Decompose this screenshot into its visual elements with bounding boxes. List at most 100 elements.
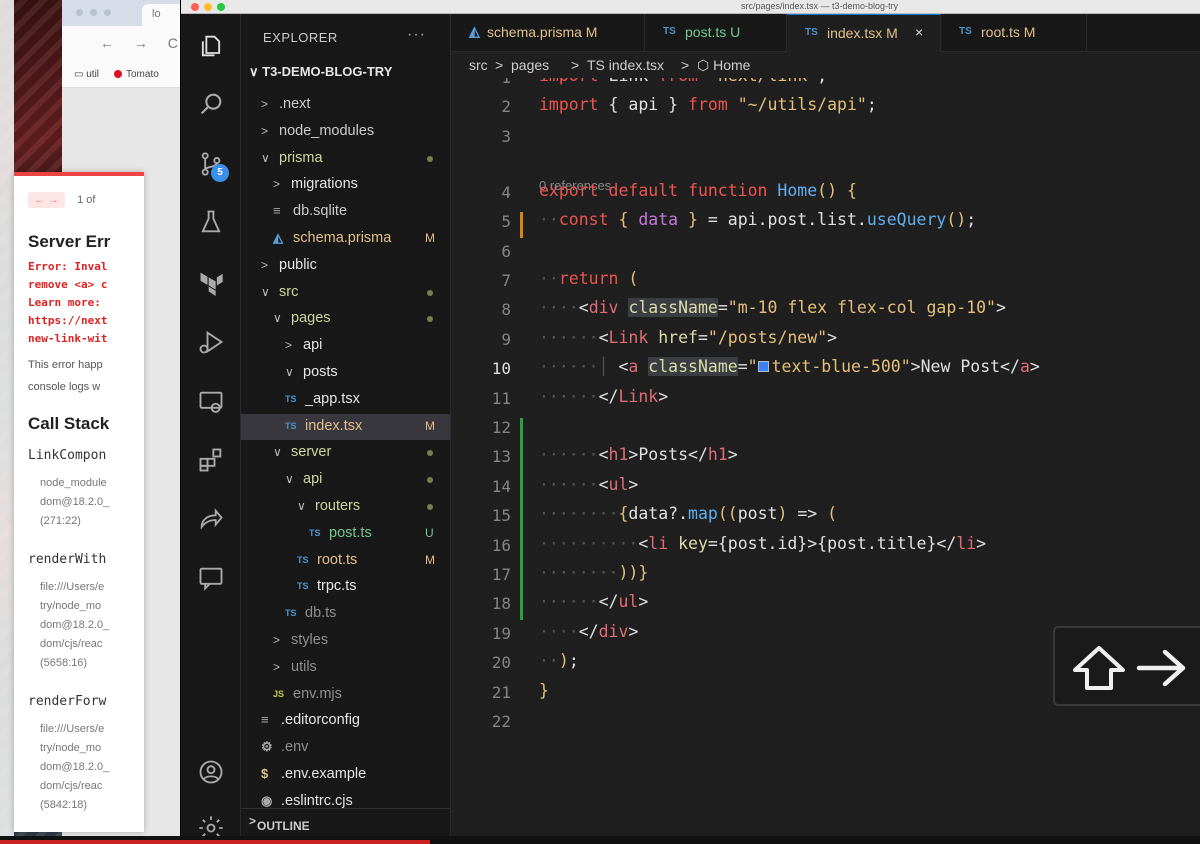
account-icon[interactable] [195, 756, 227, 788]
comments-icon[interactable] [195, 562, 227, 594]
file-item[interactable]: TS index.tsx M [241, 413, 450, 440]
color-swatch-icon[interactable] [757, 361, 769, 373]
chevron-down-icon[interactable]: ∨ [285, 365, 297, 379]
breadcrumb-item[interactable]: TS index.tsx [587, 57, 664, 73]
file-item[interactable]: ⚙ .env [241, 735, 450, 761]
code-line[interactable]: ········))} [539, 563, 648, 582]
error-pager-arrows[interactable]: ← → [28, 192, 66, 208]
close-tab-icon[interactable]: × [915, 24, 923, 40]
file-item[interactable]: ≡ .editorconfig [241, 708, 450, 734]
search-icon[interactable] [195, 88, 227, 120]
browser-nav-buttons[interactable]: ← → C [100, 35, 186, 51]
window-controls[interactable] [76, 9, 111, 16]
file-item[interactable]: TS db.ts [241, 601, 450, 627]
stack-frame-name[interactable]: LinkCompon [28, 448, 106, 463]
code-line[interactable]: } [539, 681, 549, 700]
project-root[interactable]: ∨ T3-DEMO-BLOG-TRY [249, 64, 392, 80]
chevron-right-icon[interactable]: > [273, 177, 285, 191]
code-token: > [638, 592, 649, 612]
chevron-down-icon[interactable]: ∨ [273, 445, 285, 459]
folder-item[interactable]: > migrations [241, 172, 450, 198]
zoom-window-icon[interactable] [217, 3, 225, 11]
stack-frame-name[interactable]: renderForw [28, 694, 106, 709]
bookmarks-bar: ▭ util Tomato [62, 62, 192, 88]
close-window-icon[interactable] [191, 3, 199, 11]
files-icon[interactable] [195, 30, 227, 62]
file-item[interactable]: TS _app.tsx [241, 387, 450, 413]
chevron-right-icon[interactable]: > [273, 633, 285, 647]
live-share-icon[interactable] [195, 504, 227, 536]
terraform-icon[interactable] [195, 266, 227, 298]
code-line[interactable]: ······<Link href="/posts/new"> [539, 328, 837, 347]
folder-item[interactable]: ∨ prisma [241, 146, 450, 172]
file-item[interactable]: ◭ schema.prisma M [241, 226, 450, 252]
bookmark-tomato[interactable]: Tomato [114, 69, 159, 80]
git-change-indicator[interactable] [520, 212, 523, 239]
tab-post-ts[interactable]: TS post.ts U [645, 14, 787, 52]
code-editor[interactable]: 0 references 1import Link from "next/lin… [451, 78, 1200, 844]
file-item[interactable]: $ .env.example [241, 762, 450, 788]
code-line[interactable]: ······<ul> [539, 475, 638, 494]
breadcrumb-item[interactable]: pages [511, 57, 549, 73]
code-line[interactable]: ······<h1>Posts</h1> [539, 445, 738, 464]
chevron-down-icon[interactable]: ∨ [261, 151, 273, 165]
code-line[interactable]: ······</ul> [539, 592, 648, 611]
folder-item[interactable]: > api [241, 333, 450, 359]
bookmark-util[interactable]: ▭ util [74, 69, 99, 80]
outline-section[interactable]: > OUTLINE [241, 808, 450, 833]
file-item[interactable]: ≡ db.sqlite [241, 199, 450, 225]
folder-item[interactable]: > node_modules [241, 119, 450, 145]
chevron-right-icon[interactable]: > [261, 97, 273, 111]
folder-item[interactable]: > public [241, 253, 450, 279]
tab-schema-prisma[interactable]: ◭ schema.prisma M [451, 14, 645, 52]
code-line[interactable]: ····</div> [539, 622, 638, 641]
tree-item-label: migrations [291, 176, 358, 193]
breadcrumb-item[interactable]: ⬡ Home [697, 57, 750, 74]
tab-index-tsx[interactable]: TS index.tsx M × [787, 14, 941, 52]
chevron-down-icon[interactable]: ∨ [285, 472, 297, 486]
folder-item[interactable]: ∨ routers [241, 494, 450, 520]
code-line[interactable]: import { api } from "~/utils/api"; [539, 95, 877, 114]
code-line[interactable]: ··); [539, 651, 579, 670]
code-line[interactable]: export default function Home() { [539, 181, 857, 200]
chevron-right-icon[interactable]: > [261, 124, 273, 138]
file-item[interactable]: TS post.ts U [241, 521, 450, 547]
code-line[interactable]: ······</Link> [539, 387, 668, 406]
code-line[interactable]: ······│ <a className=" text-blue-500">New… [539, 357, 1040, 377]
testing-icon[interactable] [195, 206, 227, 238]
chevron-down-icon[interactable]: ∨ [297, 499, 309, 513]
file-item[interactable]: TS trpc.ts [241, 574, 450, 600]
code-line[interactable]: ········{data?.map((post) => ( [539, 504, 837, 523]
stack-frame-name[interactable]: renderWith [28, 552, 106, 567]
folder-item[interactable]: > utils [241, 655, 450, 681]
chevron-right-icon[interactable]: > [273, 660, 285, 674]
code-line[interactable]: import Link from "next/link"; [539, 78, 827, 85]
chevron-down-icon[interactable]: ∨ [261, 285, 273, 299]
chevron-right-icon[interactable]: > [261, 258, 273, 272]
code-line[interactable]: ····<div className="m-10 flex flex-col g… [539, 298, 1006, 318]
source-control-icon[interactable]: 5 [195, 148, 229, 182]
remote-explorer-icon[interactable] [195, 386, 227, 418]
more-actions-icon[interactable]: ··· [407, 26, 426, 44]
file-item[interactable]: TS root.ts M [241, 548, 450, 574]
run-debug-icon[interactable] [195, 326, 227, 358]
file-item[interactable]: JS env.mjs [241, 682, 450, 708]
chevron-down-icon[interactable]: ∨ [273, 311, 285, 325]
git-change-indicator[interactable] [520, 418, 523, 621]
folder-item[interactable]: > .next [241, 92, 450, 118]
folder-item[interactable]: ∨ api [241, 467, 450, 493]
folder-item[interactable]: ∨ pages [241, 306, 450, 332]
extensions-icon[interactable] [195, 444, 227, 476]
window-controls[interactable] [191, 3, 225, 11]
code-line[interactable]: ··return ( [539, 269, 638, 288]
code-line[interactable]: ··const { data } = api.post.list.useQuer… [539, 210, 976, 229]
folder-item[interactable]: ∨ posts [241, 360, 450, 386]
tab-root-ts[interactable]: TS root.ts M [941, 14, 1087, 52]
chevron-right-icon[interactable]: > [285, 338, 297, 352]
code-line[interactable]: ··········<li key={post.id}>{post.title}… [539, 534, 986, 553]
folder-item[interactable]: > styles [241, 628, 450, 654]
folder-item[interactable]: ∨ src [241, 280, 450, 306]
minimize-window-icon[interactable] [204, 3, 212, 11]
breadcrumb-item[interactable]: src [469, 57, 488, 73]
folder-item[interactable]: ∨ server [241, 440, 450, 466]
